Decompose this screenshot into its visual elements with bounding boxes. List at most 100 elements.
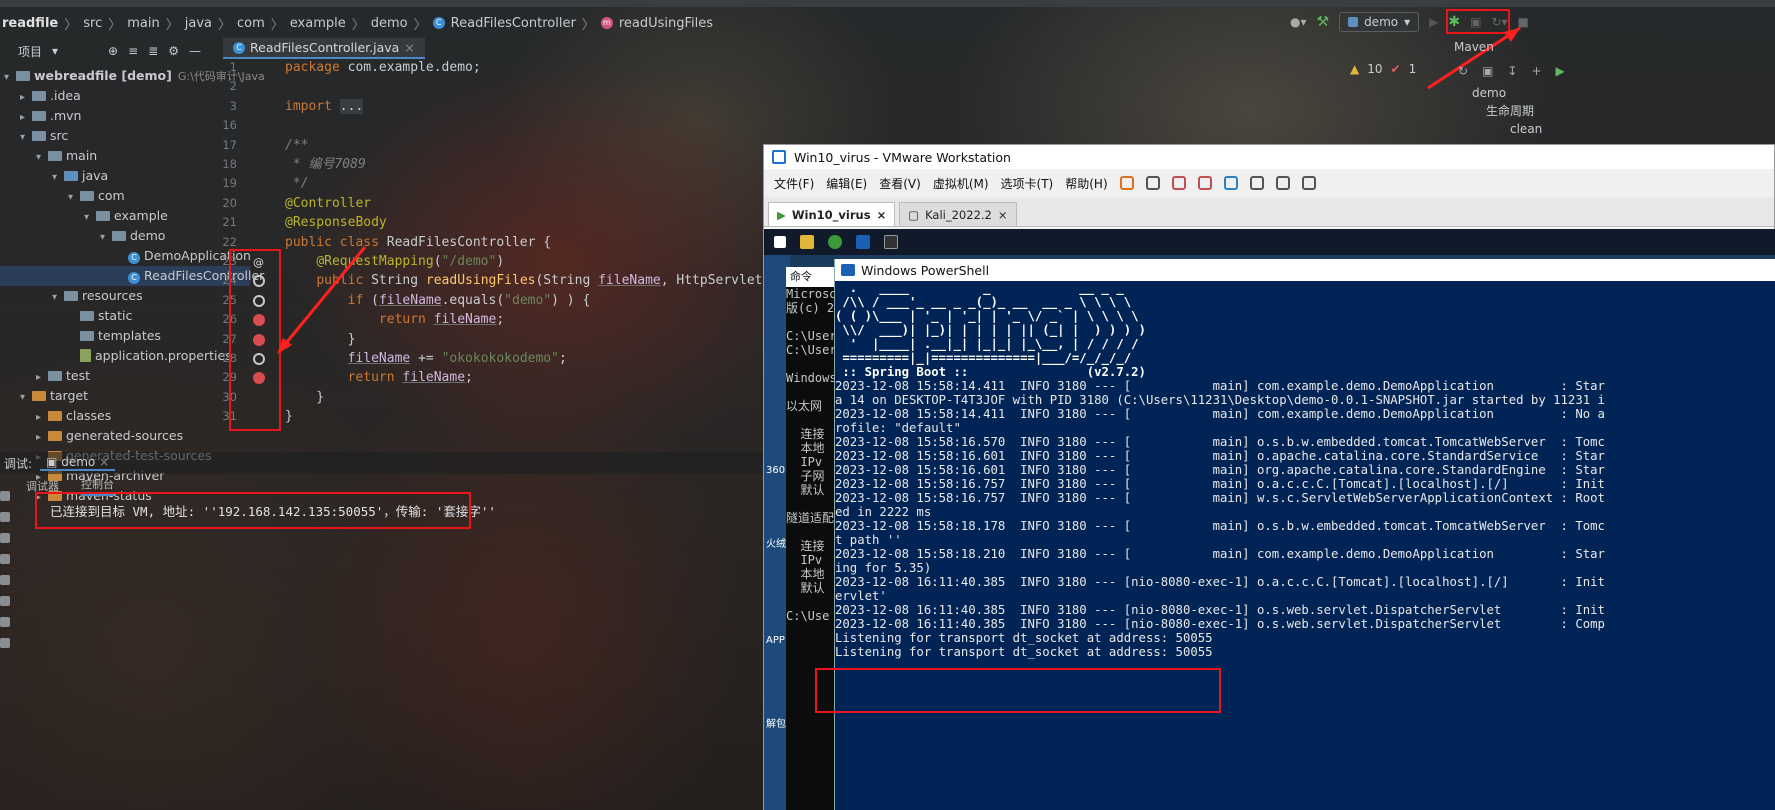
stop-icon[interactable]	[0, 533, 10, 543]
breadcrumb-item[interactable]: com	[237, 16, 265, 31]
stop-icon[interactable]: ■	[1518, 15, 1529, 29]
vm-menu-item[interactable]: 虚拟机(M)	[933, 175, 989, 192]
code-line[interactable]: return fileName;	[285, 368, 473, 387]
resume-icon[interactable]	[0, 491, 10, 501]
run-icon[interactable]: ▶	[1429, 15, 1438, 29]
tree-item[interactable]: ▸ generated-sources	[0, 426, 250, 446]
pause-icon[interactable]	[0, 512, 10, 522]
chevron-down-icon[interactable]: ▾	[52, 44, 58, 58]
expand-all-icon[interactable]: ≡	[128, 44, 138, 58]
tree-item[interactable]: ▾ resources	[0, 286, 250, 306]
tree-item[interactable]: ▾ target	[0, 386, 250, 406]
desktop-icon-label[interactable]: 火绒	[766, 535, 786, 550]
tree-item[interactable]: application.properties	[0, 346, 250, 366]
chevron-down-icon[interactable]: ▾	[20, 388, 32, 408]
user-icon[interactable]: ●▾	[1290, 15, 1307, 29]
close-icon[interactable]: ×	[99, 455, 109, 469]
trash-icon[interactable]	[0, 638, 10, 648]
maven-item[interactable]: 生命周期	[1462, 102, 1775, 120]
view-breakpoints-icon[interactable]	[0, 554, 10, 564]
tree-item[interactable]: ▾ java	[0, 166, 250, 186]
console-icon[interactable]	[1275, 176, 1290, 190]
vm-menu-item[interactable]: 文件(F)	[774, 175, 814, 192]
chevron-down-icon[interactable]: ▾	[4, 68, 16, 88]
desktop-icon-label[interactable]: 解包	[766, 715, 786, 730]
debug-config-tab[interactable]: ▣ demo ×	[40, 455, 116, 471]
hide-icon[interactable]: —	[189, 44, 201, 58]
code-editor[interactable]: package com.example.demo; import ... /** *…	[285, 58, 817, 448]
chevron-down-icon[interactable]: ▾	[20, 128, 32, 148]
tree-item[interactable]: static	[0, 306, 250, 326]
vm-tab[interactable]: ▶ Win10_virus ×	[768, 202, 896, 226]
pause-icon[interactable]	[1119, 176, 1134, 190]
vm-menu-item[interactable]: 查看(V)	[879, 175, 921, 192]
code-line[interactable]: @Controller	[285, 194, 371, 213]
powershell-window[interactable]: Windows PowerShell . ____ _ __ _ _ /\\ /…	[834, 259, 1775, 810]
chevron-right-icon[interactable]: ▸	[36, 408, 48, 428]
chevron-down-icon[interactable]: ▾	[36, 148, 48, 168]
code-line[interactable]: /**	[285, 136, 308, 155]
editor-tab[interactable]: C ReadFilesController.java ×	[223, 38, 425, 59]
tree-item[interactable]: ▾ demo	[0, 226, 250, 246]
desktop-icon-label[interactable]: APP	[766, 635, 785, 646]
close-icon[interactable]: ×	[404, 40, 414, 55]
code-line[interactable]: package com.example.demo;	[285, 58, 481, 77]
code-line[interactable]: fileName += "okokokokodemo";	[285, 349, 567, 368]
project-panel-title[interactable]: 项目	[4, 43, 42, 60]
tree-item[interactable]: ▸ test	[0, 366, 250, 386]
chevron-down-icon[interactable]: ▾	[100, 228, 112, 248]
maven-item[interactable]: clean	[1462, 120, 1775, 138]
vm-tab[interactable]: ▢ Kali_2022.2 ×	[899, 202, 1017, 226]
tree-item[interactable]: ▸ classes	[0, 406, 250, 426]
chevron-right-icon[interactable]: ▸	[20, 108, 32, 128]
chevron-down-icon[interactable]: ▾	[68, 188, 80, 208]
tree-item[interactable]: ▸ .mvn	[0, 106, 250, 126]
vm-menu-item[interactable]: 编辑(E)	[826, 175, 867, 192]
tree-item[interactable]: C DemoApplication	[0, 246, 251, 266]
guest-screen[interactable]: 360 火绒 APP 解包 命令 Microso 版(c) 20 C:\User C:\Use…	[764, 229, 1775, 810]
tree-item[interactable]: ▾ com	[0, 186, 250, 206]
run-config-select[interactable]: demo ▾	[1339, 12, 1420, 32]
code-line[interactable]: }	[285, 407, 293, 426]
breadcrumb-item[interactable]: example	[290, 16, 346, 31]
add-icon[interactable]: +	[1531, 64, 1541, 78]
windows-start-icon[interactable]	[774, 236, 786, 248]
code-line[interactable]: }	[285, 388, 324, 407]
revert-icon[interactable]	[1197, 176, 1212, 190]
powershell-icon[interactable]	[856, 235, 870, 249]
tree-item[interactable]: C ReadFilesController	[0, 266, 264, 286]
chevron-down-icon[interactable]: ▾	[52, 288, 64, 308]
download-icon[interactable]: ↧	[1507, 64, 1517, 78]
tree-item[interactable]: ▾ src	[0, 126, 250, 146]
code-line[interactable]: @RequestMapping("/demo")	[285, 252, 504, 271]
close-icon[interactable]: ×	[998, 208, 1008, 222]
breadcrumb-item[interactable]: ReadFilesController	[451, 16, 576, 31]
chevron-down-icon[interactable]: ▾	[84, 208, 96, 228]
chevron-down-icon[interactable]: ▾	[52, 168, 64, 188]
desktop-icon-label[interactable]: 360	[766, 465, 785, 476]
tree-item[interactable]: templates	[0, 326, 250, 346]
breadcrumb-item[interactable]: src	[83, 16, 102, 31]
gear-icon[interactable]: ⚙	[168, 44, 179, 58]
breadcrumb-item[interactable]: demo	[371, 16, 408, 31]
collapse-all-icon[interactable]: ≣	[148, 44, 158, 58]
code-line[interactable]: return fileName;	[285, 310, 504, 329]
send-keys-icon[interactable]	[1145, 176, 1160, 190]
run-icon[interactable]: ▶	[1556, 64, 1565, 78]
folder-icon[interactable]: ▣	[1482, 64, 1493, 78]
vm-menu-item[interactable]: 帮助(H)	[1065, 175, 1107, 192]
code-line[interactable]: */	[285, 174, 309, 193]
code-line[interactable]: public class ReadFilesController {	[285, 233, 551, 252]
tree-item[interactable]: ▾ webreadfile [demo] G:\代码审计\Java	[0, 66, 265, 88]
breadcrumb-item[interactable]: main	[127, 16, 159, 31]
breadcrumb-item[interactable]: java	[185, 16, 212, 31]
snapshot-icon[interactable]	[1171, 176, 1186, 190]
chevron-right-icon[interactable]: ▸	[36, 368, 48, 388]
tree-item[interactable]: ▸ .idea	[0, 86, 250, 106]
fullscreen-icon[interactable]	[1301, 176, 1316, 190]
code-line[interactable]: import ...	[285, 97, 364, 116]
maven-item[interactable]: demo	[1462, 84, 1775, 102]
breadcrumb-item[interactable]: readUsingFiles	[619, 16, 713, 31]
cmd-icon[interactable]	[884, 235, 898, 249]
code-line[interactable]: * 编号7089	[285, 155, 366, 174]
